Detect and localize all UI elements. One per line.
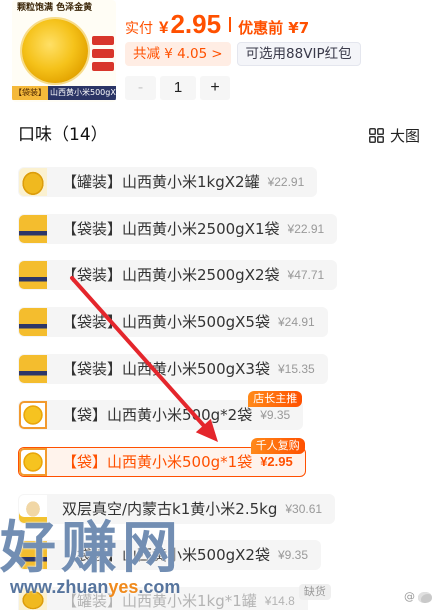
- option-badge: 千人复购: [250, 437, 305, 454]
- paid-currency: ¥: [159, 18, 169, 37]
- option-pill[interactable]: 【袋】山西黄小米500g*2袋 ¥9.35 店长主推: [18, 391, 304, 431]
- option-label: 【袋】山西黄小米500g*2袋: [62, 406, 253, 425]
- option-price: ¥15.35: [277, 361, 315, 376]
- option-pill[interactable]: 【袋装】山西黄小米500gX5袋 ¥24.91: [18, 306, 328, 337]
- paid-label: 实付: [125, 21, 153, 37]
- option-label: 【袋】山西黄小米500g*1袋: [62, 452, 253, 471]
- option-pill[interactable]: 【袋装】山西黄小米2500gX1袋 ¥22.91: [18, 213, 338, 244]
- thumbnail-feature-tag: [92, 49, 114, 58]
- weibo-icon: [418, 591, 432, 603]
- thumbnail-caption-tag: 【袋装】: [12, 86, 48, 100]
- vip-coupon-pill[interactable]: 可选用88VIP红包: [236, 42, 361, 66]
- option-thumbnail: [19, 307, 47, 336]
- paid-amount: 2.95: [170, 9, 222, 39]
- option-price: ¥30.61: [285, 501, 323, 516]
- grid-icon: [368, 127, 384, 143]
- quantity-stepper: - 1 +: [125, 76, 230, 100]
- option-pill[interactable]: 【袋装】山西黄小米2500gX2袋 ¥47.71: [18, 260, 338, 291]
- option-label: 【袋装】山西黄小米500gX5袋: [62, 312, 270, 331]
- weibo-at-sign: @: [404, 590, 415, 603]
- quantity-plus-button[interactable]: +: [200, 76, 230, 100]
- original-price: 优惠前 ¥7: [238, 19, 310, 37]
- quantity-value[interactable]: 1: [160, 76, 196, 100]
- chevron-right-icon: >: [211, 46, 223, 62]
- option-price: ¥2.95: [260, 453, 293, 469]
- watermark-url-highlight: yes: [108, 577, 139, 597]
- thumbnail-caption: 【袋装】 山西黄小米500gX1: [12, 86, 116, 100]
- option-label: 双层真空/内蒙古k1黄小米2.5kg: [62, 499, 278, 518]
- option-price: ¥24.91: [277, 314, 315, 329]
- option-badge: 店长主推: [248, 391, 303, 408]
- product-thumbnail[interactable]: 颗粒饱满 色泽金黄 【袋装】 山西黄小米500gX1: [12, 0, 116, 102]
- thumbnail-feature-tag: [92, 36, 114, 45]
- thumbnail-headline: 颗粒饱满 色泽金黄: [17, 3, 93, 13]
- watermark-url-suffix: .com: [138, 577, 181, 597]
- discount-pill[interactable]: 共减 ¥ 4.05 >: [125, 42, 231, 66]
- watermark-site-name: 好赚网: [0, 516, 183, 581]
- option-label: 【罐装】山西黄小米1kgX2罐: [62, 173, 260, 191]
- option-price: ¥9.35: [260, 408, 291, 423]
- option-thumbnail: [19, 401, 47, 430]
- option-price: ¥9.35: [277, 548, 309, 563]
- price-divider: [229, 16, 232, 32]
- quantity-minus-button[interactable]: -: [125, 76, 156, 100]
- weibo-watermark: @: [404, 590, 432, 604]
- option-price: ¥47.71: [287, 268, 325, 283]
- option-price: ¥14.8: [264, 593, 295, 608]
- watermark-url-prefix: www.zhuan: [10, 577, 109, 597]
- option-thumbnail: [19, 354, 47, 383]
- option-thumbnail: [19, 261, 47, 290]
- thumbnail-caption-text: 山西黄小米500gX1: [48, 86, 116, 100]
- discount-label: 共减 ¥ 4.05: [133, 46, 208, 62]
- price-line: 实付 ¥ 2.95 优惠前 ¥7: [125, 9, 309, 39]
- option-label: 【袋装】山西黄小米2500gX1袋: [62, 219, 280, 238]
- thumbnail-feature-tag: [92, 62, 114, 71]
- out-of-stock-badge: 缺货: [298, 583, 331, 600]
- option-pill[interactable]: 【罐装】山西黄小米1kgX2罐 ¥22.91: [18, 167, 318, 197]
- option-thumbnail: [19, 214, 47, 243]
- promo-row: 共减 ¥ 4.05 > 可选用88VIP红包: [125, 42, 361, 66]
- option-pill[interactable]: 【袋装】山西黄小米500gX3袋 ¥15.35: [18, 353, 328, 384]
- option-label: 【袋装】山西黄小米500gX3袋: [62, 359, 270, 378]
- options-section-title: 口味（14）: [18, 125, 108, 145]
- sku-selector-sheet: 颗粒饱满 色泽金黄 【袋装】 山西黄小米500gX1 实付 ¥ 2.95 优惠前…: [0, 0, 440, 610]
- option-price: ¥22.91: [287, 221, 325, 236]
- watermark-url: www.zhuanyes.com: [10, 578, 180, 596]
- option-thumbnail: [19, 447, 47, 476]
- millet-image: [22, 19, 88, 83]
- option-price: ¥22.91: [267, 175, 305, 189]
- option-pill[interactable]: 【袋】山西黄小米500g*1袋 ¥2.95 千人复购: [18, 437, 306, 477]
- large-image-toggle[interactable]: 大图: [368, 124, 420, 146]
- large-image-label: 大图: [389, 126, 420, 145]
- option-label: 【袋装】山西黄小米2500gX2袋: [62, 266, 280, 285]
- option-thumbnail: [19, 168, 47, 196]
